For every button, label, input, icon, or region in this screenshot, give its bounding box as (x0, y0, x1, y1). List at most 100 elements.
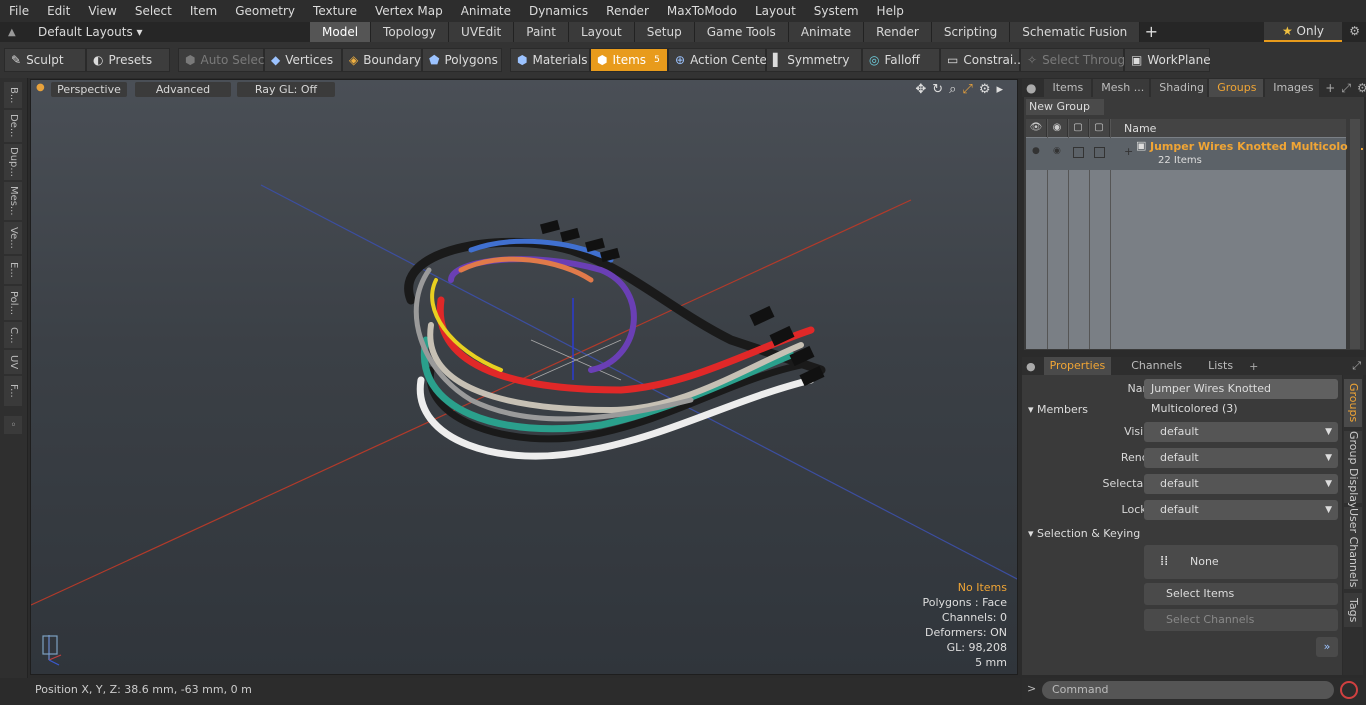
select-icon[interactable]: ▢ (1089, 119, 1110, 137)
action-center-button[interactable]: ⊕ Action Center (668, 48, 772, 72)
panel-menu-dot[interactable]: ● (1026, 81, 1036, 95)
vertices-button[interactable]: ◆Vertices1 (264, 48, 347, 72)
vtab-group-display[interactable]: Group Display (1344, 431, 1362, 509)
menu-vertex-map[interactable]: Vertex Map (366, 0, 452, 22)
menu-texture[interactable]: Texture (304, 0, 366, 22)
menu-view[interactable]: View (79, 0, 125, 22)
tab-items[interactable]: Items (1044, 79, 1092, 97)
materials-button[interactable]: ⬢ Materials (510, 48, 590, 72)
left-tab-basic[interactable]: B... (4, 82, 22, 108)
left-tab-uv[interactable]: UV (4, 350, 22, 374)
auto-select-button[interactable]: ⬢ Auto Select (178, 48, 269, 72)
items-button[interactable]: ⬢ Items 5 (590, 48, 668, 72)
only-toggle[interactable]: ★ Only (1264, 22, 1342, 42)
symmetry-button[interactable]: ▌ Symmetry (766, 48, 862, 72)
command-input[interactable]: Command (1042, 681, 1334, 699)
render-dropdown[interactable]: default ▼ (1144, 448, 1338, 468)
workplane-button[interactable]: ▣ WorkPlane (1124, 48, 1211, 72)
row-lock-box[interactable] (1073, 147, 1084, 158)
menu-maxtomodo[interactable]: MaxToModo (658, 0, 746, 22)
select-channels-button[interactable]: Select Channels (1144, 609, 1338, 631)
falloff-button[interactable]: ◎ Falloff (862, 48, 940, 72)
render-icon[interactable]: ◉ (1047, 119, 1068, 137)
constraints-button[interactable]: ▭ Constrai... (940, 48, 1025, 72)
members-section[interactable]: ▾ Members (1028, 403, 1088, 416)
tab-layout[interactable]: Layout (568, 22, 635, 42)
panel-gear-icon[interactable]: ⚙ (1357, 81, 1366, 95)
layout-selector[interactable]: ▲ Default Layouts ▾ (0, 22, 310, 42)
menu-edit[interactable]: Edit (38, 0, 79, 22)
menu-select[interactable]: Select (126, 0, 181, 22)
none-button[interactable]: ⁞⁞ None (1144, 545, 1338, 579)
add-tab-icon[interactable]: + (1140, 22, 1162, 42)
name-column-header[interactable]: Name (1110, 122, 1156, 135)
left-tab-fusion[interactable]: F... (4, 376, 22, 406)
left-tab-duplicate[interactable]: Dup... (4, 144, 22, 180)
3d-viewport[interactable]: ● Perspective Advanced Ray GL: Off ✥ ↻ ⌕… (30, 79, 1018, 675)
props-menu-dot[interactable]: ● (1026, 360, 1036, 373)
tab-model[interactable]: Model (310, 22, 372, 42)
tab-schematic-fusion[interactable]: Schematic Fusion (1010, 22, 1141, 42)
menu-system[interactable]: System (805, 0, 868, 22)
tab-channels[interactable]: Channels (1125, 357, 1188, 375)
add-props-tab-icon[interactable]: + (1249, 360, 1258, 373)
vtab-groups[interactable]: Groups (1344, 379, 1362, 427)
menu-help[interactable]: Help (868, 0, 913, 22)
menu-dynamics[interactable]: Dynamics (520, 0, 597, 22)
new-group-button[interactable]: New Group (1026, 99, 1104, 115)
vtab-user-channels[interactable]: User Channels (1344, 507, 1362, 589)
menu-animate[interactable]: Animate (452, 0, 520, 22)
tab-topology[interactable]: Topology (371, 22, 450, 42)
boundary-button[interactable]: ◈ Boundary (342, 48, 422, 72)
tab-animate[interactable]: Animate (788, 22, 865, 42)
tab-uvedit[interactable]: UVEdit (449, 22, 515, 42)
tab-images[interactable]: Images (1265, 79, 1320, 97)
select-items-button[interactable]: Select Items (1144, 583, 1338, 605)
tab-setup[interactable]: Setup (634, 22, 695, 42)
group-row[interactable]: ● ◉ + ▣ Jumper Wires Knotted Multicolo .… (1026, 138, 1364, 170)
selectable-dropdown[interactable]: default ▼ (1144, 474, 1338, 494)
eye-icon[interactable]: 👁 (1026, 119, 1047, 137)
sculpt-button[interactable]: ✎ Sculpt (4, 48, 86, 72)
menu-geometry[interactable]: Geometry (226, 0, 304, 22)
left-tab-deform[interactable]: De... (4, 110, 22, 142)
vtab-tags[interactable]: Tags (1344, 593, 1362, 627)
tab-shading[interactable]: Shading (1151, 79, 1208, 97)
menu-layout[interactable]: Layout (746, 0, 805, 22)
left-tab-curve[interactable]: C... (4, 322, 22, 348)
name-field[interactable]: Jumper Wires Knotted Multicolored (3) (1144, 379, 1338, 415)
lock-icon[interactable]: ▢ (1068, 119, 1089, 137)
visible-dropdown[interactable]: default ▼ (1144, 422, 1338, 442)
tab-lists[interactable]: Lists (1202, 357, 1239, 375)
tab-game-tools[interactable]: Game Tools (694, 22, 789, 42)
tab-render[interactable]: Render (864, 22, 932, 42)
tab-paint[interactable]: Paint (514, 22, 569, 42)
row-render-icon[interactable]: ◉ (1053, 146, 1061, 156)
select-through-button[interactable]: ✧ Select Through (1020, 48, 1133, 72)
more-button[interactable]: » (1316, 637, 1338, 657)
tab-properties[interactable]: Properties (1043, 357, 1112, 375)
left-tab-mesh[interactable]: Mes... (4, 182, 22, 220)
record-icon[interactable] (1340, 681, 1358, 699)
collapse-icon[interactable]: ▲ (8, 27, 22, 38)
tab-groups[interactable]: Groups (1209, 79, 1264, 97)
locked-dropdown[interactable]: default ▼ (1144, 500, 1338, 520)
tab-scripting[interactable]: Scripting (931, 22, 1011, 42)
tab-mesh[interactable]: Mesh ... (1093, 79, 1150, 97)
row-eye-icon[interactable]: ● (1032, 146, 1040, 156)
menu-item[interactable]: Item (181, 0, 226, 22)
polygons-button[interactable]: ⬟ Polygons (422, 48, 502, 72)
menu-file[interactable]: File (0, 0, 38, 22)
left-tab-polygon[interactable]: Pol... (4, 286, 22, 320)
gear-icon[interactable]: ⚙ (1349, 24, 1360, 38)
left-tab-vertex[interactable]: Ve... (4, 222, 22, 254)
add-panel-tab-icon[interactable]: + (1325, 81, 1335, 95)
left-tab-edge[interactable]: E... (4, 256, 22, 284)
props-expand-icon[interactable]: ⤢ (1352, 359, 1361, 373)
groups-scrollbar[interactable] (1350, 119, 1360, 349)
menu-render[interactable]: Render (597, 0, 658, 22)
presets-button[interactable]: ◐ Presets (86, 48, 170, 72)
left-tab-extra[interactable]: ◦ (4, 416, 22, 434)
row-select-box[interactable] (1094, 147, 1105, 158)
expand-icon[interactable]: + (1124, 145, 1133, 158)
